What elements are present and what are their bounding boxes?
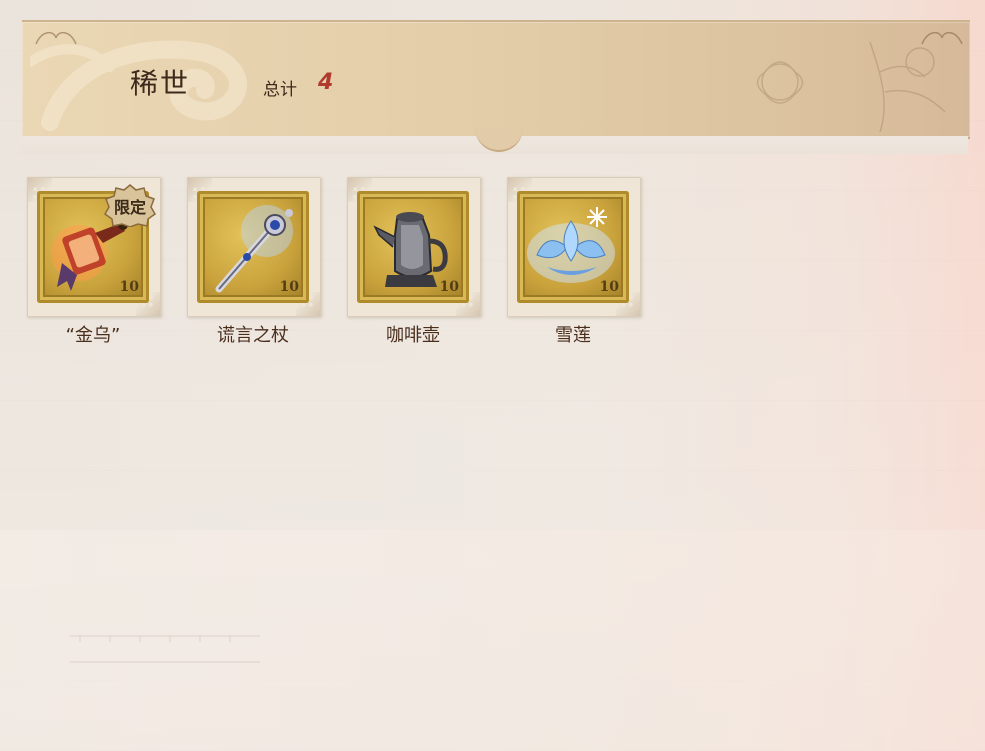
faded-ruler-decoration [70,635,260,663]
scepter-icon [215,205,293,293]
total-count: 4 [318,70,334,95]
item-name: 雪莲 [555,325,591,346]
item-card-golden-crow[interactable]: 10 限定 “金乌” [27,177,161,349]
item-name: “金乌” [65,325,121,346]
category-title: 稀世 [130,67,191,100]
item-card-coffee-pot[interactable]: 10 咖啡壶 [347,177,481,349]
limited-badge: 限定 [103,183,157,227]
snow-lotus-icon [527,207,615,283]
item-name: 谎言之杖 [217,325,289,346]
limited-badge-text: 限定 [113,198,146,217]
item-name: 咖啡壶 [386,325,440,346]
total-label: 总计 [263,80,297,100]
coffee-pot-icon [373,212,448,287]
item-card-scepter-of-lies[interactable]: 10 谎言之杖 [187,177,321,349]
item-card-snow-lotus[interactable]: 10 雪莲 [507,177,641,349]
corner-swirl-left-decoration [35,31,77,45]
corner-swirl-right-decoration [921,31,963,45]
